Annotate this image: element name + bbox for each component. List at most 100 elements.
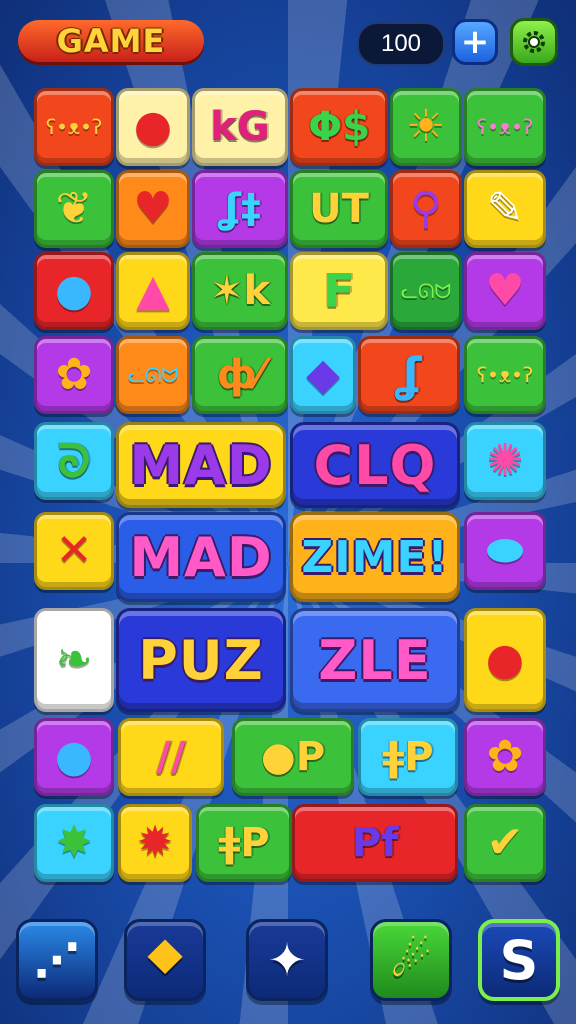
heart-icon: ♥ [133, 183, 173, 234]
cross-icon: ✕ [55, 525, 93, 576]
sun-icon: ☀ [406, 101, 446, 152]
gear-icon [523, 31, 545, 53]
tile-r2-c2[interactable]: ♥ [116, 170, 190, 248]
tile-letters: ʆ [396, 348, 422, 402]
monster-icon: ✹ [136, 817, 174, 868]
tile-r7-c1[interactable]: ❧ [34, 608, 114, 712]
tile-r5-c2[interactable]: ✺ [464, 422, 546, 500]
tile-r7-c2[interactable]: ● [464, 608, 546, 712]
word-tile-2[interactable]: CLQ [290, 422, 460, 508]
tile-letters: ф⁄ [216, 352, 264, 398]
leaf-icon: ❦ [55, 183, 93, 234]
tile-r3-c5[interactable]: ᓚᘏᗢ [390, 252, 462, 330]
tile-r1-c3[interactable]: kG [192, 88, 288, 166]
bottom-toolbar: ⋰ ⯁ ✦ ☄ S [0, 905, 576, 1024]
tile-r3-c2[interactable]: ▲ [116, 252, 190, 330]
triangle-icon: ▲ [136, 265, 170, 316]
puzzle-board: ʕ•ᴥ•ʔ ● kG Φ$ ☀ ʕ•ᴥ•ʔ ❦ ♥ ʆ‡ UT ⚲ ✎ ● ▲ ✶k F ᓚᘏᗢ ♥ ✿ ᓚᘏᗢ ф⁄ ◆… [28, 86, 548, 896]
tile-r4-c6[interactable]: ʕ•ᴥ•ʔ [464, 336, 546, 414]
tile-r1-c1[interactable]: ʕ•ᴥ•ʔ [34, 88, 114, 166]
tile-r9-c4[interactable]: Pf [292, 804, 458, 882]
tile-r3-c4[interactable]: F [290, 252, 388, 330]
game-logo-text: GAME [56, 22, 166, 60]
tile-r9-c2[interactable]: ✹ [118, 804, 192, 882]
s-icon: S [499, 928, 539, 992]
kite-icon: ⯁ [146, 932, 184, 986]
top-bar: GAME 100 + [0, 0, 576, 84]
sun-icon: ✺ [486, 435, 524, 486]
word-text: ZIME! [301, 531, 449, 583]
tile-r1-c5[interactable]: ☀ [390, 88, 462, 166]
word-tile-3[interactable]: MAD [116, 512, 286, 602]
tile-r8-c5[interactable]: ✿ [464, 718, 546, 796]
tile-r8-c4[interactable]: ǂP [358, 718, 458, 796]
wrench-icon: ⬬ [486, 525, 524, 576]
tile-r6-c2[interactable]: ⬬ [464, 512, 546, 590]
hint-button[interactable]: ⯁ [124, 919, 206, 1001]
pencil-icon: ✎ [486, 183, 524, 234]
tile-letters: ✶k [209, 268, 271, 314]
tile-r9-c3[interactable]: ǂP [196, 804, 292, 882]
coin-count: 100 [380, 30, 422, 57]
tile-r2-c5[interactable]: ⚲ [390, 170, 462, 248]
bear-icon: ʕ•ᴥ•ʔ [476, 363, 534, 387]
face-icon: ʕ•ᴥ•ʔ [476, 115, 534, 139]
leaf-icon: ❧ [55, 634, 93, 685]
tile-letters: Pf [351, 820, 399, 866]
tile-r4-c2[interactable]: ᓚᘏᗢ [116, 336, 190, 414]
share-button[interactable]: ⋰ [16, 919, 98, 1001]
tile-r3-c6[interactable]: ♥ [464, 252, 546, 330]
add-coins-button[interactable]: + [452, 19, 498, 65]
tile-r2-c6[interactable]: ✎ [464, 170, 546, 248]
tile-r5-c1[interactable]: ᘐ [34, 422, 114, 500]
tile-letters: ∕∕ [156, 734, 186, 780]
balloon-icon: ● [54, 265, 94, 316]
tile-r4-c5[interactable]: ʆ [358, 336, 460, 414]
balloon-icon: ● [54, 731, 94, 782]
heart-frame-icon: ♥ [485, 265, 525, 316]
tile-r2-c1[interactable]: ❦ [34, 170, 114, 248]
word-tile-6[interactable]: ZLE [290, 608, 460, 712]
tile-letters: Φ$ [308, 104, 370, 150]
shuffle-button[interactable]: ✦ [246, 919, 328, 1001]
tile-r1-c4[interactable]: Φ$ [290, 88, 388, 166]
score-button[interactable]: S [478, 919, 560, 1001]
tile-r8-c1[interactable]: ● [34, 718, 114, 796]
boost-button[interactable]: ☄ [370, 919, 452, 1001]
word-tile-4[interactable]: ZIME! [290, 512, 460, 602]
check-icon: ✔ [486, 817, 524, 868]
cat-icon: ᓚᘏᗢ [127, 363, 179, 387]
flower-icon: ✿ [486, 731, 524, 782]
balloon-icon: ● [485, 634, 525, 685]
tile-letters: kG [210, 104, 270, 150]
tile-r1-c6[interactable]: ʕ•ᴥ•ʔ [464, 88, 546, 166]
tile-r3-c1[interactable]: ● [34, 252, 114, 330]
word-tile-5[interactable]: PUZ [116, 608, 286, 712]
rocket-icon: ☄ [390, 933, 432, 987]
game-logo: GAME [18, 20, 204, 62]
tile-r2-c3[interactable]: ʆ‡ [192, 170, 288, 248]
tile-letters: ǂP [382, 734, 434, 780]
tile-letters: ᘐ [57, 434, 91, 488]
tile-r1-c2[interactable]: ● [116, 88, 190, 166]
face-icon: ʕ•ᴥ•ʔ [45, 115, 103, 139]
tile-r9-c1[interactable]: ✸ [34, 804, 114, 882]
tile-r4-c4[interactable]: ◆ [290, 336, 356, 414]
tile-r4-c3[interactable]: ф⁄ [192, 336, 288, 414]
diamond-icon: ◆ [306, 349, 340, 400]
word-tile-1[interactable]: MAD [116, 422, 286, 508]
tile-r2-c4[interactable]: UT [290, 170, 388, 248]
star-icon: ✸ [55, 817, 93, 868]
balloon-icon: ● [133, 101, 173, 152]
tile-r6-c1[interactable]: ✕ [34, 512, 114, 590]
tile-r3-c3[interactable]: ✶k [192, 252, 288, 330]
tile-letters: ǂP [218, 820, 270, 866]
tile-letters: ʆ‡ [218, 186, 262, 232]
tile-r9-c5[interactable]: ✔ [464, 804, 546, 882]
tile-r8-c3[interactable]: ●P [232, 718, 354, 796]
tile-r8-c2[interactable]: ∕∕ [118, 718, 224, 796]
word-text: PUZ [138, 628, 264, 692]
shuriken-icon: ✦ [267, 933, 307, 987]
settings-button[interactable] [510, 18, 558, 66]
tile-r4-c1[interactable]: ✿ [34, 336, 114, 414]
